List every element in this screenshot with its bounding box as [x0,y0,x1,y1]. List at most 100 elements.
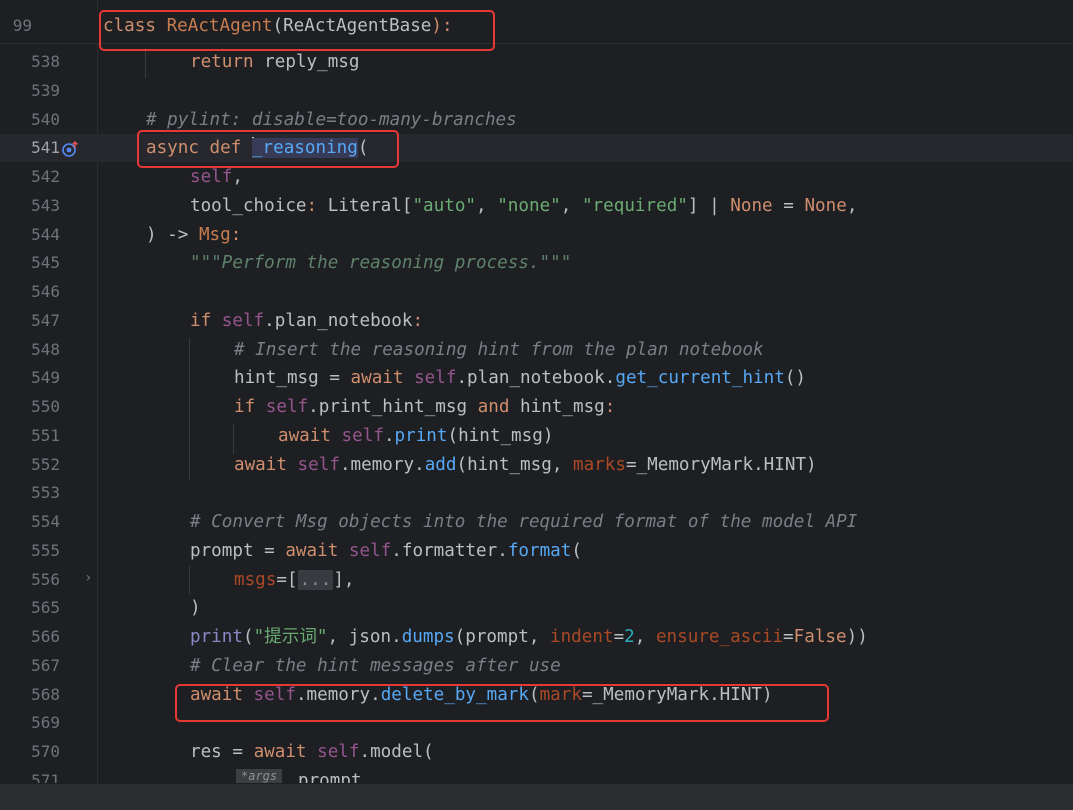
keyword: async [146,138,199,158]
code-editor[interactable]: 99 class ReActAgent(ReActAgentBase): 538… [0,0,1073,783]
code-line: res = await self.model( [190,738,434,766]
self-keyword: self [190,167,233,187]
function-call: get_current_hint [615,368,785,388]
line-number: 553 [31,483,60,502]
punct: ): [431,16,453,36]
punct: , [634,627,656,647]
punct: ], [333,570,355,590]
type: Literal [327,196,402,216]
line-number: 554 [31,512,60,531]
code-line: prompt [298,771,362,783]
function-name[interactable]: _reasoning [251,138,358,158]
punct: . [383,426,395,446]
indent-guide [189,566,190,594]
code-line: ) [190,598,201,618]
punct: ( [447,426,459,446]
punct: = [625,455,637,475]
line-number: 569 [31,713,60,732]
keyword-arg: msgs [234,570,277,590]
keyword-arg: ensure_ascii [655,627,784,647]
line-number: 551 [31,426,60,445]
code-line: async def _reasoning( [146,134,368,162]
self-keyword: self [211,311,265,331]
code-line: return reply_msg [190,48,360,76]
keyword: await [278,426,331,446]
punct: = [253,541,286,561]
keyword: await [285,541,339,561]
line-number: 552 [31,455,60,474]
keyword: None [804,196,847,216]
value: _MemoryMark.HINT [636,455,807,475]
line-number: 566 [31,627,60,646]
line-number: 546 [31,282,60,301]
keyword: None [730,196,773,216]
keyword: class [103,16,156,36]
punct: ) [806,455,817,475]
punct: ( [454,627,466,647]
keyword-arg: marks [573,455,626,475]
chevron-right-icon[interactable]: › [84,570,92,586]
keyword: return [190,52,254,72]
keyword: await [350,368,404,388]
punct: , [551,455,573,475]
function-call: delete_by_mark [380,685,529,705]
status-bar [0,783,1073,810]
sticky-code-line: class ReActAgent(ReActAgentBase): [103,12,453,40]
punct: | [698,196,731,216]
line-number: 555 [31,541,60,560]
line-number: 543 [31,196,60,215]
keyword: await [253,742,307,762]
param: tool_choice [190,196,307,216]
punct: : [306,196,328,216]
punct: = [221,742,254,762]
attribute: .model( [359,742,434,762]
indent-guide [145,48,146,78]
line-number: 544 [31,225,60,244]
line-number: 99 [12,16,32,35]
string: "auto" [412,196,477,216]
keyword: await [190,685,243,705]
punct: , [528,627,550,647]
punct: =[ [276,570,298,590]
punct: ( [571,541,582,561]
gutter-separator [97,0,98,783]
line-number: 568 [31,685,60,704]
string: "required" [581,196,688,216]
punct: [ [401,196,413,216]
code-line: if self.plan_notebook: [190,307,423,335]
function-call: dumps [401,627,455,647]
self-keyword: self [286,455,340,475]
punct: ) [762,685,773,705]
line-number: 550 [31,397,60,416]
self-keyword: self [403,368,457,388]
value: _MemoryMark.HINT [592,685,763,705]
override-target-icon[interactable] [61,139,81,159]
class-name: ReActAgent [166,16,273,36]
sticky-scroll-header[interactable]: 99 class ReActAgent(ReActAgentBase): [0,10,1073,44]
attribute: .formatter. [391,541,508,561]
punct: , [846,196,858,216]
line-number: 538 [31,52,60,71]
self-keyword: self [242,685,296,705]
punct: = [783,627,794,647]
punct: ( [528,685,540,705]
code-line: await self.print(hint_msg) [278,422,553,450]
variable: prompt [465,627,529,647]
comment: # Insert the reasoning hint from the pla… [234,340,764,360]
folded-code-placeholder[interactable]: ... [297,570,334,590]
punct: : [230,225,242,245]
line-number: 540 [31,110,60,129]
line-number: 545 [31,253,60,272]
docstring: """Perform the reasoning process.""" [190,253,572,273]
code-line: ) -> Msg: [146,221,241,249]
code-line: if self.print_hint_msg and hint_msg: [234,393,615,421]
comment: # Clear the hint messages after use [190,656,561,676]
punct: )) [846,627,868,647]
attribute: .print_hint_msg [308,397,478,417]
line-number: 548 [31,340,60,359]
indent-guide [233,424,234,454]
punct: ( [242,627,254,647]
variable: prompt [190,541,254,561]
string: "提示词" [253,627,328,647]
comment: # pylint: disable=too-many-branches [146,110,517,130]
